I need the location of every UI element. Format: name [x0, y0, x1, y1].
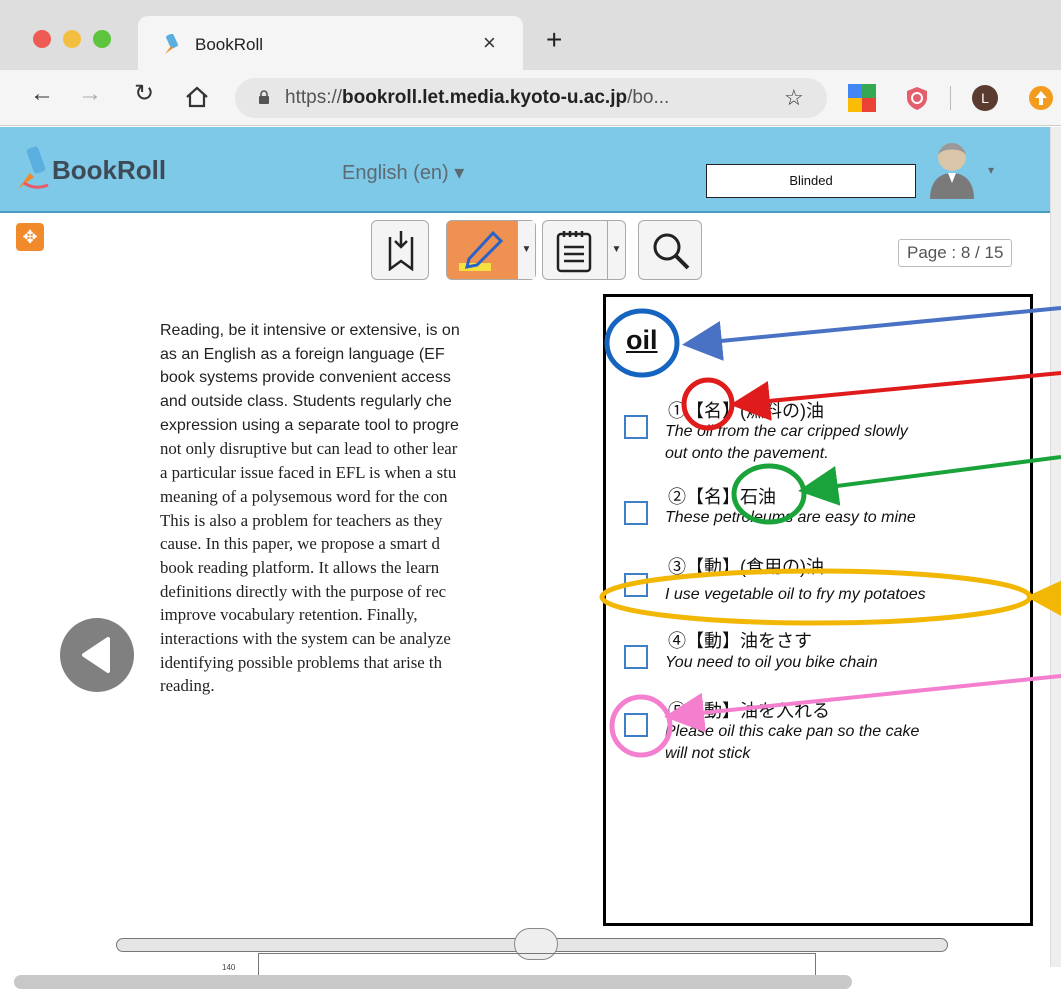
annotation-circle-meaning: [731, 463, 807, 525]
annotation-ellipse-example: [599, 568, 1033, 626]
annotation-arrow-pink: [664, 674, 1061, 733]
horizontal-scrollbar[interactable]: [14, 975, 852, 989]
annotation-arrow-blue: [682, 306, 1061, 361]
annotation-arrow-yellow: [1026, 578, 1061, 619]
annotation-circle-word: [604, 308, 680, 378]
annotation-circle-pos: [681, 377, 735, 431]
slider-mini-label: 140: [222, 963, 236, 972]
annotation-overlay: [599, 306, 1061, 758]
annotation-arrow-red: [730, 371, 1061, 421]
annotation-circle-checkbox: [609, 694, 673, 758]
annotation-arrow-green: [798, 455, 1061, 506]
page-thumbnail-preview: [258, 953, 816, 975]
